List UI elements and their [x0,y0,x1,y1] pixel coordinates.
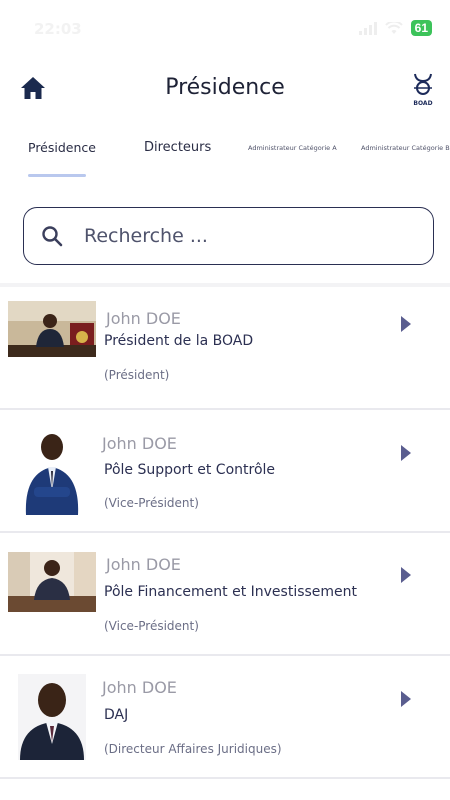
person-role: (Directeur Affaires Juridiques) [104,742,282,756]
chevron-right-icon[interactable] [400,566,412,584]
list-item[interactable]: John DOE Président de la BOAD (Président… [0,287,450,410]
person-title: Pôle Financement et Investissement [104,584,358,600]
avatar [20,427,84,515]
person-name: John DOE [106,309,181,328]
people-list: John DOE Président de la BOAD (Président… [0,287,450,779]
search-icon [42,226,63,247]
person-name: John DOE [102,434,177,453]
status-time: 22:03 [34,20,82,38]
tab-administrateur-b[interactable]: Administrateur Catégorie B [361,144,450,152]
person-title: Pôle Support et Contrôle [104,462,276,478]
status-bar: 22:03 61 [0,0,450,56]
person-name: John DOE [106,555,181,574]
page-title: Présidence [165,75,285,100]
avatar [8,552,96,612]
person-role: (Vice-Président) [104,619,199,633]
person-role: (Vice-Président) [104,496,199,510]
avatar [18,674,86,760]
person-title: Président de la BOAD [104,333,254,349]
boad-logo-icon [414,73,432,95]
list-item[interactable]: John DOE Pôle Financement et Investissem… [0,533,450,656]
person-role: (Président) [104,368,170,382]
battery-icon: 61 [410,20,432,36]
app-header: Présidence BOAD [0,60,450,120]
avatar [8,301,96,357]
wifi-icon [384,21,403,34]
person-name: John DOE [102,678,177,697]
search-box[interactable] [23,207,434,265]
logo-text: BOAD [413,100,433,107]
tab-administrateur-a[interactable]: Administrateur Catégorie A [248,144,337,152]
tab-presidence[interactable]: Présidence [28,140,96,155]
chevron-right-icon[interactable] [400,315,412,333]
person-title: DAJ [104,707,129,723]
tab-directeurs[interactable]: Directeurs [144,140,211,155]
status-icons: 61 [358,20,432,36]
tab-bar: Présidence Directeurs Administrateur Cat… [0,130,450,180]
list-item[interactable]: John DOE DAJ (Directeur Affaires Juridiq… [0,656,450,779]
search-input[interactable] [84,222,404,250]
list-item[interactable]: John DOE Pôle Support et Contrôle (Vice-… [0,410,450,533]
signal-icon [358,21,377,35]
chevron-right-icon[interactable] [400,444,412,462]
boad-logo: BOAD [408,72,438,108]
active-tab-indicator [28,174,86,177]
chevron-right-icon[interactable] [400,690,412,708]
